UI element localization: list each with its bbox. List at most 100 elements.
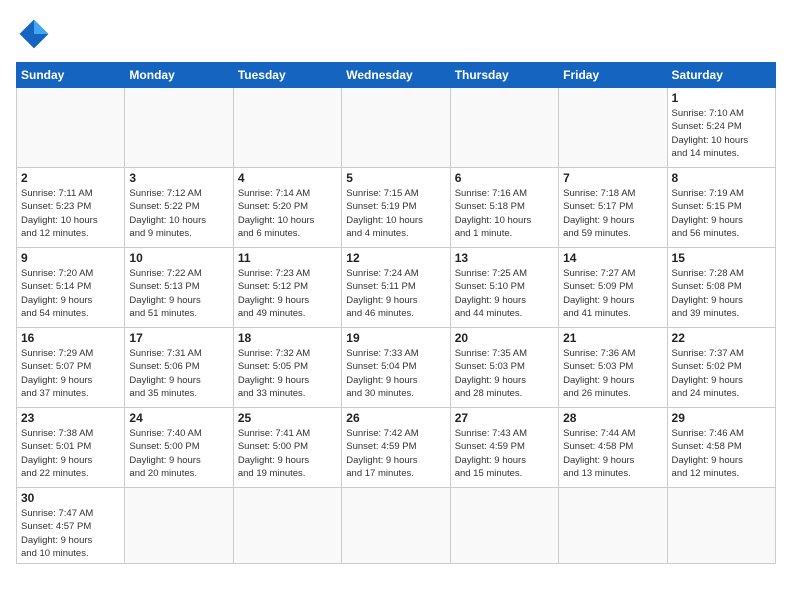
calendar-cell: 6 Sunrise: 7:16 AM Sunset: 5:18 PM Daylig… bbox=[450, 168, 558, 248]
calendar-cell: 25 Sunrise: 7:41 AM Sunset: 5:00 PM Dayli… bbox=[233, 408, 341, 488]
day-info: Sunrise: 7:23 AM Sunset: 5:12 PM Dayligh… bbox=[238, 267, 337, 320]
logo bbox=[16, 16, 58, 52]
weekday-header: Tuesday bbox=[233, 63, 341, 88]
day-info: Sunrise: 7:15 AM Sunset: 5:19 PM Dayligh… bbox=[346, 187, 445, 240]
calendar-cell bbox=[559, 88, 667, 168]
calendar-cell: 27 Sunrise: 7:43 AM Sunset: 4:59 PM Dayli… bbox=[450, 408, 558, 488]
calendar-cell bbox=[125, 488, 233, 564]
day-info: Sunrise: 7:43 AM Sunset: 4:59 PM Dayligh… bbox=[455, 427, 554, 480]
calendar-week-row: 23Sunrise: 7:38 AM Sunset: 5:01 PM Dayli… bbox=[17, 408, 776, 488]
day-number: 17 bbox=[129, 331, 228, 345]
calendar-cell bbox=[342, 88, 450, 168]
day-info: Sunrise: 7:12 AM Sunset: 5:22 PM Dayligh… bbox=[129, 187, 228, 240]
day-number: 8 bbox=[672, 171, 771, 185]
calendar-cell: 7Sunrise: 7:18 AM Sunset: 5:17 PM Daylig… bbox=[559, 168, 667, 248]
day-number: 15 bbox=[672, 251, 771, 265]
weekday-header: Wednesday bbox=[342, 63, 450, 88]
calendar-header: SundayMondayTuesdayWednesdayThursdayFrid… bbox=[17, 63, 776, 88]
day-number: 26 bbox=[346, 411, 445, 425]
day-number: 10 bbox=[129, 251, 228, 265]
day-info: Sunrise: 7:33 AM Sunset: 5:04 PM Dayligh… bbox=[346, 347, 445, 400]
day-number: 9 bbox=[21, 251, 120, 265]
weekday-header: Monday bbox=[125, 63, 233, 88]
calendar-cell: 9 Sunrise: 7:20 AM Sunset: 5:14 PM Daylig… bbox=[17, 248, 125, 328]
calendar-week-row: 16 Sunrise: 7:29 AM Sunset: 5:07 PM Dayli… bbox=[17, 328, 776, 408]
calendar-cell: 10 Sunrise: 7:22 AM Sunset: 5:13 PM Dayli… bbox=[125, 248, 233, 328]
calendar-week-row: 2 Sunrise: 7:11 AM Sunset: 5:23 PM Daylig… bbox=[17, 168, 776, 248]
day-number: 21 bbox=[563, 331, 662, 345]
day-info: Sunrise: 7:38 AM Sunset: 5:01 PM Dayligh… bbox=[21, 427, 120, 480]
day-number: 13 bbox=[455, 251, 554, 265]
calendar-cell: 8Sunrise: 7:19 AM Sunset: 5:15 PM Daylig… bbox=[667, 168, 775, 248]
calendar-cell: 18 Sunrise: 7:32 AM Sunset: 5:05 PM Dayli… bbox=[233, 328, 341, 408]
day-number: 30 bbox=[21, 491, 120, 505]
calendar-cell: 29 Sunrise: 7:46 AM Sunset: 4:58 PM Dayli… bbox=[667, 408, 775, 488]
day-info: Sunrise: 7:44 AM Sunset: 4:58 PM Dayligh… bbox=[563, 427, 662, 480]
day-number: 16 bbox=[21, 331, 120, 345]
calendar-cell: 12Sunrise: 7:24 AM Sunset: 5:11 PM Dayli… bbox=[342, 248, 450, 328]
calendar-cell: 4 Sunrise: 7:14 AM Sunset: 5:20 PM Daylig… bbox=[233, 168, 341, 248]
calendar-cell: 30Sunrise: 7:47 AM Sunset: 4:57 PM Dayli… bbox=[17, 488, 125, 564]
calendar-cell: 3 Sunrise: 7:12 AM Sunset: 5:22 PM Daylig… bbox=[125, 168, 233, 248]
calendar-cell bbox=[559, 488, 667, 564]
calendar-cell: 2 Sunrise: 7:11 AM Sunset: 5:23 PM Daylig… bbox=[17, 168, 125, 248]
day-info: Sunrise: 7:29 AM Sunset: 5:07 PM Dayligh… bbox=[21, 347, 120, 400]
day-info: Sunrise: 7:35 AM Sunset: 5:03 PM Dayligh… bbox=[455, 347, 554, 400]
day-info: Sunrise: 7:16 AM Sunset: 5:18 PM Dayligh… bbox=[455, 187, 554, 240]
page-header bbox=[16, 16, 776, 52]
day-number: 7 bbox=[563, 171, 662, 185]
day-info: Sunrise: 7:46 AM Sunset: 4:58 PM Dayligh… bbox=[672, 427, 771, 480]
day-info: Sunrise: 7:14 AM Sunset: 5:20 PM Dayligh… bbox=[238, 187, 337, 240]
calendar-cell bbox=[667, 488, 775, 564]
day-number: 4 bbox=[238, 171, 337, 185]
day-number: 25 bbox=[238, 411, 337, 425]
calendar-cell: 19Sunrise: 7:33 AM Sunset: 5:04 PM Dayli… bbox=[342, 328, 450, 408]
day-number: 29 bbox=[672, 411, 771, 425]
day-info: Sunrise: 7:37 AM Sunset: 5:02 PM Dayligh… bbox=[672, 347, 771, 400]
calendar-cell: 20Sunrise: 7:35 AM Sunset: 5:03 PM Dayli… bbox=[450, 328, 558, 408]
calendar-cell bbox=[342, 488, 450, 564]
day-info: Sunrise: 7:24 AM Sunset: 5:11 PM Dayligh… bbox=[346, 267, 445, 320]
day-info: Sunrise: 7:11 AM Sunset: 5:23 PM Dayligh… bbox=[21, 187, 120, 240]
day-info: Sunrise: 7:40 AM Sunset: 5:00 PM Dayligh… bbox=[129, 427, 228, 480]
calendar-cell bbox=[233, 88, 341, 168]
calendar-cell: 24Sunrise: 7:40 AM Sunset: 5:00 PM Dayli… bbox=[125, 408, 233, 488]
day-info: Sunrise: 7:32 AM Sunset: 5:05 PM Dayligh… bbox=[238, 347, 337, 400]
calendar-cell: 16 Sunrise: 7:29 AM Sunset: 5:07 PM Dayli… bbox=[17, 328, 125, 408]
day-info: Sunrise: 7:27 AM Sunset: 5:09 PM Dayligh… bbox=[563, 267, 662, 320]
day-number: 22 bbox=[672, 331, 771, 345]
calendar-cell: 21 Sunrise: 7:36 AM Sunset: 5:03 PM Dayli… bbox=[559, 328, 667, 408]
day-number: 18 bbox=[238, 331, 337, 345]
day-info: Sunrise: 7:25 AM Sunset: 5:10 PM Dayligh… bbox=[455, 267, 554, 320]
calendar-cell: 28 Sunrise: 7:44 AM Sunset: 4:58 PM Dayli… bbox=[559, 408, 667, 488]
day-info: Sunrise: 7:36 AM Sunset: 5:03 PM Dayligh… bbox=[563, 347, 662, 400]
day-info: Sunrise: 7:10 AM Sunset: 5:24 PM Dayligh… bbox=[672, 107, 771, 160]
calendar-cell: 17 Sunrise: 7:31 AM Sunset: 5:06 PM Dayli… bbox=[125, 328, 233, 408]
day-number: 3 bbox=[129, 171, 228, 185]
calendar-cell: 13 Sunrise: 7:25 AM Sunset: 5:10 PM Dayli… bbox=[450, 248, 558, 328]
calendar-cell bbox=[450, 488, 558, 564]
day-info: Sunrise: 7:20 AM Sunset: 5:14 PM Dayligh… bbox=[21, 267, 120, 320]
calendar-week-row: 30Sunrise: 7:47 AM Sunset: 4:57 PM Dayli… bbox=[17, 488, 776, 564]
calendar-cell: 23Sunrise: 7:38 AM Sunset: 5:01 PM Dayli… bbox=[17, 408, 125, 488]
calendar-week-row: 9 Sunrise: 7:20 AM Sunset: 5:14 PM Daylig… bbox=[17, 248, 776, 328]
day-number: 27 bbox=[455, 411, 554, 425]
day-info: Sunrise: 7:22 AM Sunset: 5:13 PM Dayligh… bbox=[129, 267, 228, 320]
calendar-cell bbox=[125, 88, 233, 168]
calendar-cell: 14Sunrise: 7:27 AM Sunset: 5:09 PM Dayli… bbox=[559, 248, 667, 328]
calendar-cell: 15Sunrise: 7:28 AM Sunset: 5:08 PM Dayli… bbox=[667, 248, 775, 328]
calendar-cell: 1 Sunrise: 7:10 AM Sunset: 5:24 PM Daylig… bbox=[667, 88, 775, 168]
day-info: Sunrise: 7:41 AM Sunset: 5:00 PM Dayligh… bbox=[238, 427, 337, 480]
calendar-cell: 11Sunrise: 7:23 AM Sunset: 5:12 PM Dayli… bbox=[233, 248, 341, 328]
weekday-header: Sunday bbox=[17, 63, 125, 88]
day-number: 5 bbox=[346, 171, 445, 185]
day-info: Sunrise: 7:42 AM Sunset: 4:59 PM Dayligh… bbox=[346, 427, 445, 480]
calendar-cell bbox=[233, 488, 341, 564]
day-number: 28 bbox=[563, 411, 662, 425]
weekday-header: Thursday bbox=[450, 63, 558, 88]
day-number: 6 bbox=[455, 171, 554, 185]
day-info: Sunrise: 7:31 AM Sunset: 5:06 PM Dayligh… bbox=[129, 347, 228, 400]
calendar-week-row: 1 Sunrise: 7:10 AM Sunset: 5:24 PM Daylig… bbox=[17, 88, 776, 168]
day-number: 2 bbox=[21, 171, 120, 185]
day-number: 1 bbox=[672, 91, 771, 105]
